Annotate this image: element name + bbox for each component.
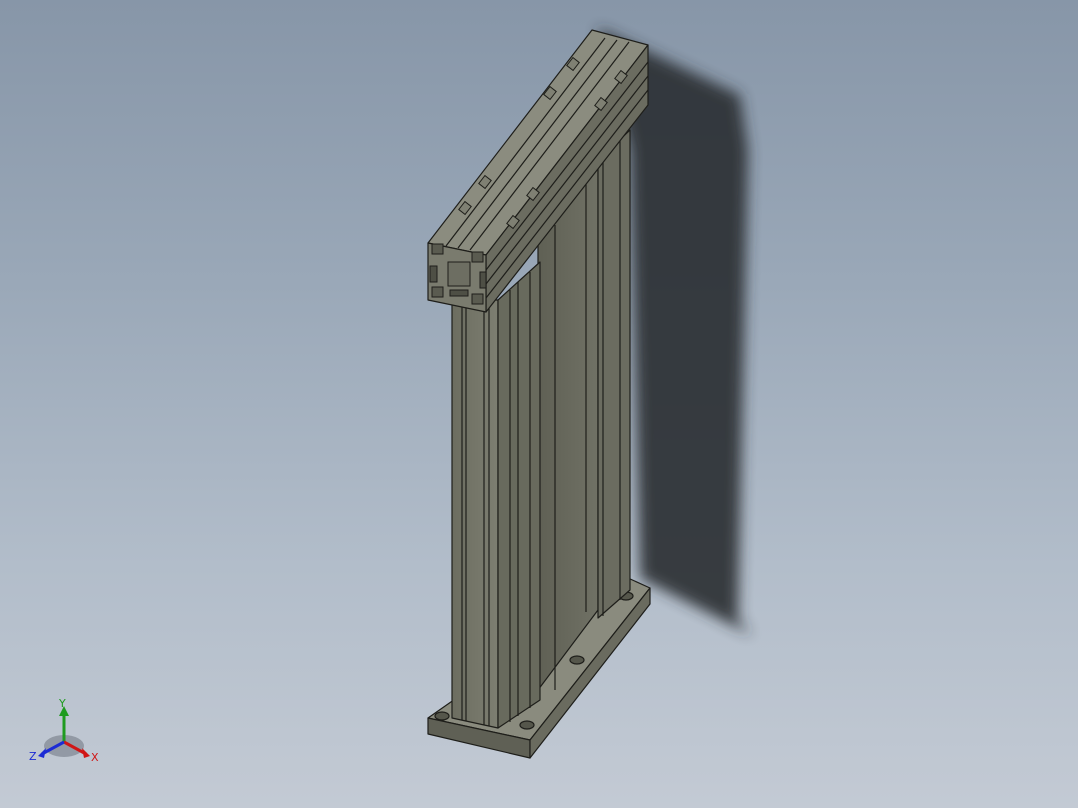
triad-graphic [38, 706, 90, 758]
y-axis-label: Y [59, 697, 66, 710]
orientation-triad: Y Z X [24, 690, 114, 770]
graphics-viewport[interactable]: Y Z X [0, 0, 1078, 808]
model-view[interactable] [0, 0, 1078, 808]
x-axis-label: X [91, 751, 99, 764]
front-vertical-profile [451, 261, 541, 729]
z-axis-label: Z [29, 750, 37, 763]
